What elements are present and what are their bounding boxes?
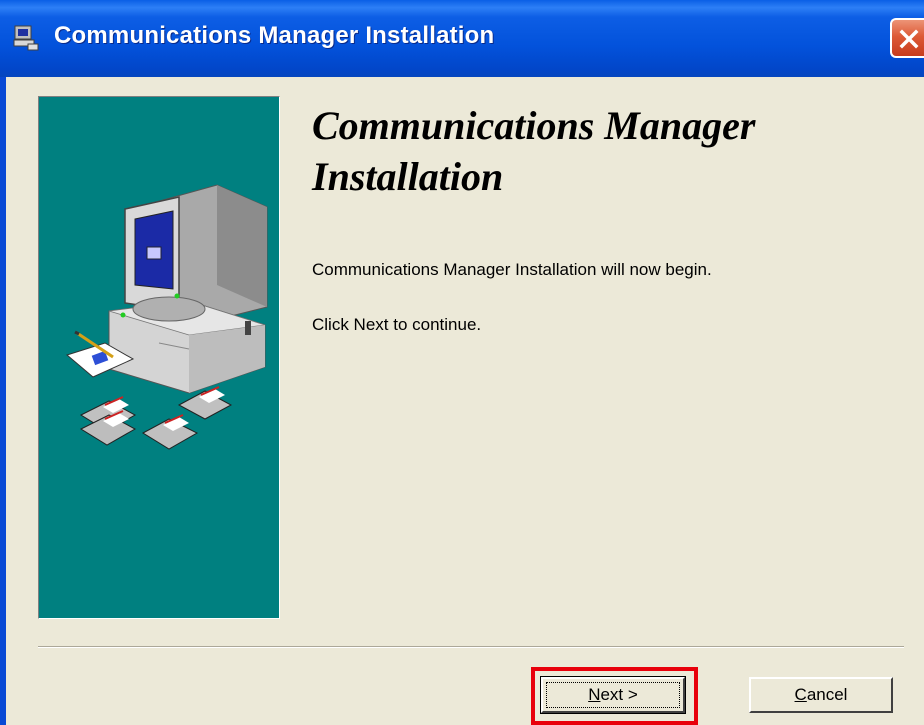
wizard-message: Communications Manager Installation will… xyxy=(312,260,712,279)
cancel-button[interactable]: Cancel xyxy=(749,677,893,713)
close-icon xyxy=(899,29,919,49)
wizard-side-panel xyxy=(38,96,280,619)
title-bar[interactable]: Communications Manager Installation xyxy=(0,0,924,77)
cancel-label: ancel xyxy=(806,685,848,704)
focus-rectangle xyxy=(546,682,680,708)
wizard-heading: Communications Manager Installation xyxy=(312,103,756,199)
button-separator xyxy=(38,646,904,648)
wizard-instruction: Click Next to continue. xyxy=(312,315,482,334)
window-frame xyxy=(0,77,6,725)
window-title: Communications Manager Installation xyxy=(54,22,495,49)
next-button[interactable]: Next > xyxy=(540,676,686,714)
installer-computer-icon xyxy=(13,25,39,51)
cancel-mnemonic: C xyxy=(794,685,807,704)
close-button[interactable] xyxy=(890,18,924,58)
computer-setup-illustration xyxy=(65,184,268,450)
